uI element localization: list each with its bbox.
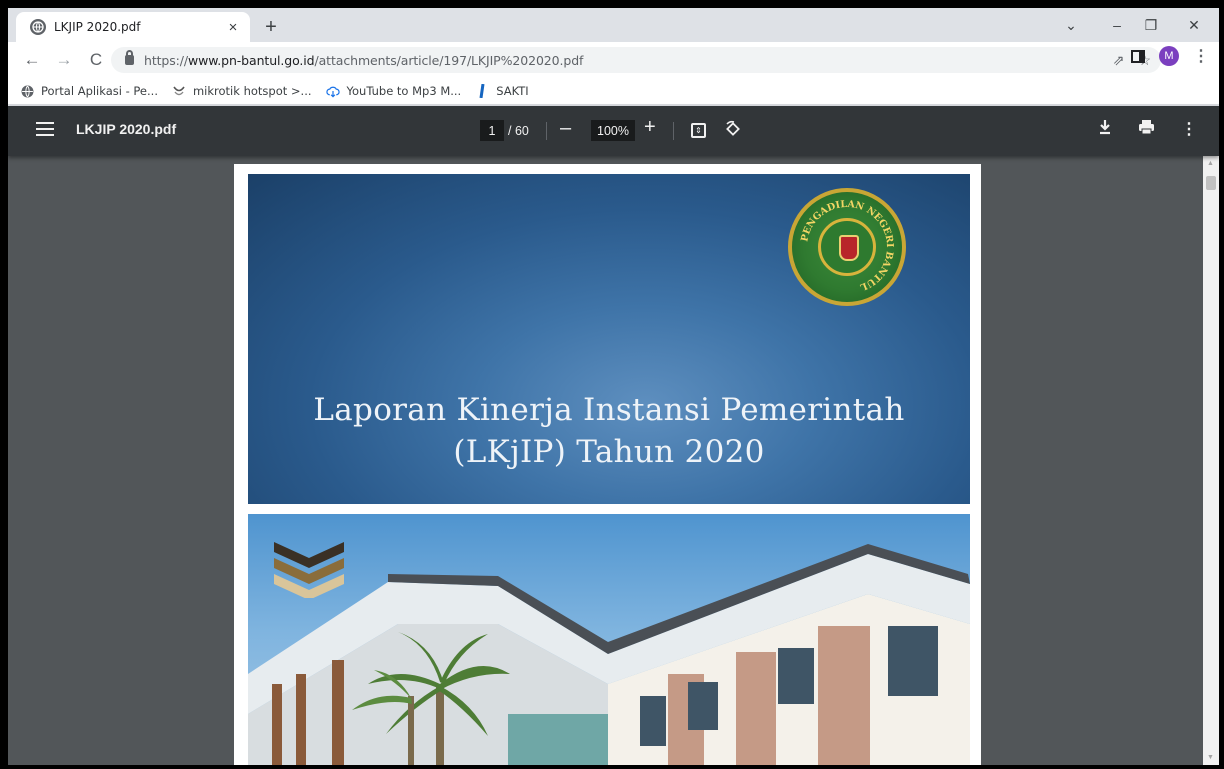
zoom-out-button[interactable]: – xyxy=(560,117,571,140)
menu-icon[interactable] xyxy=(36,122,54,136)
tab-strip: LKJIP 2020.pdf × + ⌄ – ❐ ✕ xyxy=(8,8,1219,42)
divider xyxy=(546,122,547,140)
url-text: https://www.pn-bantul.go.id/attachments/… xyxy=(144,53,583,68)
url-path: /attachments/article/197/LKJIP%202020.pd… xyxy=(314,52,584,68)
pdf-viewport[interactable]: PENGADILAN NEGERI BANTUL Laporan Kinerja… xyxy=(8,156,1203,765)
bookmark-label: mikrotik hotspot >... xyxy=(192,84,312,98)
bookmark-sakti[interactable]: SAKTI xyxy=(475,84,529,98)
scroll-down-icon[interactable]: ▼ xyxy=(1207,754,1214,761)
bookmark-label: SAKTI xyxy=(496,84,529,98)
share-icon[interactable]: ⇗ xyxy=(1113,52,1125,69)
globe-icon xyxy=(20,84,34,98)
scroll-up-icon[interactable]: ▲ xyxy=(1207,160,1214,167)
tab-search-dropdown-icon[interactable]: ⌄ xyxy=(1048,10,1094,40)
cover-title-line1: Laporan Kinerja Instansi Pemerintah xyxy=(313,392,905,428)
cover-banner: PENGADILAN NEGERI BANTUL Laporan Kinerja… xyxy=(248,174,970,504)
url-host: www.pn-bantul.go.id xyxy=(188,52,315,68)
pdf-scrollbar[interactable]: ▲ ▼ xyxy=(1203,156,1219,765)
bookmark-label: Portal Aplikasi - Pe... xyxy=(41,84,158,98)
building-photo xyxy=(248,514,970,765)
browser-menu-icon[interactable]: ⋮ xyxy=(1193,46,1209,66)
rotate-icon[interactable] xyxy=(724,120,742,143)
tab-title: LKJIP 2020.pdf xyxy=(54,20,141,34)
seal-emblem xyxy=(818,218,876,276)
pdf-title: LKJIP 2020.pdf xyxy=(76,121,177,137)
print-icon[interactable] xyxy=(1138,119,1155,140)
page-total: / 60 xyxy=(508,124,529,138)
restore-button[interactable]: ❐ xyxy=(1128,10,1174,40)
more-actions-icon[interactable]: ⋮ xyxy=(1181,119,1197,140)
browser-window: LKJIP 2020.pdf × + ⌄ – ❐ ✕ ← → C https:/… xyxy=(8,8,1219,765)
bookmark-portal-aplikasi[interactable]: Portal Aplikasi - Pe... xyxy=(20,84,158,98)
address-bar[interactable]: https://www.pn-bantul.go.id/attachments/… xyxy=(111,47,1161,73)
pdf-page: PENGADILAN NEGERI BANTUL Laporan Kinerja… xyxy=(234,164,981,765)
building-illustration xyxy=(248,544,970,765)
download-icon[interactable] xyxy=(1098,119,1112,140)
cloud-download-icon xyxy=(325,84,340,98)
browser-toolbar: ← → C https://www.pn-bantul.go.id/attach… xyxy=(8,42,1219,78)
bookmark-flag-icon xyxy=(475,84,489,98)
pdf-actions: ⋮ xyxy=(1098,119,1197,140)
divider xyxy=(673,122,674,140)
globe-icon xyxy=(30,19,46,35)
bookmark-youtube-mp3[interactable]: YouTube to Mp3 M... xyxy=(325,84,462,98)
zoom-level-input[interactable]: 100% xyxy=(591,120,635,141)
page-number-input[interactable]: 1 xyxy=(480,120,504,141)
zoom-in-button[interactable]: + xyxy=(644,116,656,139)
close-window-button[interactable]: ✕ xyxy=(1171,10,1217,40)
tab-active[interactable]: LKJIP 2020.pdf × xyxy=(16,12,250,42)
forward-button[interactable]: → xyxy=(50,46,78,74)
mikrotik-icon xyxy=(172,84,186,98)
scrollbar-thumb[interactable] xyxy=(1206,176,1216,190)
url-scheme: https:// xyxy=(144,52,189,68)
cover-title-line2: (LKjIP) Tahun 2020 xyxy=(453,434,765,470)
back-button[interactable]: ← xyxy=(18,46,46,74)
pdf-toolbar: LKJIP 2020.pdf 1 / 60 – 100% + ⇕ ⋮ xyxy=(8,106,1219,156)
new-tab-button[interactable]: + xyxy=(258,14,284,40)
bookmarks-bar: Portal Aplikasi - Pe... mikrotik hotspot… xyxy=(8,78,1219,105)
fit-page-icon[interactable]: ⇕ xyxy=(691,123,706,138)
tab-close-icon[interactable]: × xyxy=(224,19,242,36)
profile-avatar[interactable]: M xyxy=(1159,46,1179,66)
side-panel-icon[interactable] xyxy=(1131,49,1145,63)
bookmark-mikrotik[interactable]: mikrotik hotspot >... xyxy=(172,84,312,98)
reload-button[interactable]: C xyxy=(82,46,110,74)
court-seal-logo: PENGADILAN NEGERI BANTUL xyxy=(788,188,906,306)
toolbar-right: M ⋮ xyxy=(1131,46,1209,66)
lock-icon[interactable] xyxy=(125,50,134,65)
bookmark-label: YouTube to Mp3 M... xyxy=(346,84,462,98)
